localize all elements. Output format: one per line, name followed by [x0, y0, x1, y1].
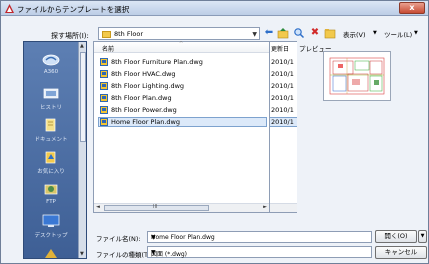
- dwg-file-icon: [100, 82, 108, 90]
- close-button[interactable]: x: [399, 2, 425, 14]
- file-name: 8th Floor Lighting.dwg: [111, 82, 185, 90]
- view-menu[interactable]: 表示(V): [343, 29, 366, 39]
- places-scroll-thumb[interactable]: [80, 52, 86, 142]
- filename-input[interactable]: Home Floor Plan.dwg ▼: [147, 231, 372, 243]
- scroll-right-icon[interactable]: ►: [263, 204, 267, 210]
- history-icon: [43, 88, 59, 99]
- file-date: 2010/1: [271, 70, 294, 78]
- file-row[interactable]: 8th Floor Furniture Plan.dwg: [98, 57, 338, 67]
- file-date: 2010/1: [271, 106, 294, 114]
- dwg-file-icon: [100, 70, 108, 78]
- place-history[interactable]: ヒストリ: [24, 86, 78, 111]
- up-folder-button[interactable]: [277, 27, 289, 39]
- tools-menu-chevron-icon: ▼: [414, 30, 418, 36]
- autocad-app-icon: [5, 4, 14, 13]
- date-column: 更新日 2010/1 2010/1 2010/1 2010/1 2010/1 2…: [270, 41, 297, 213]
- place-label: FTP: [46, 199, 56, 205]
- dwg-file-icon: [100, 94, 108, 102]
- lookin-dropdown[interactable]: 8th Floor ▼: [98, 27, 260, 40]
- file-row[interactable]: 8th Floor HVAC.dwg: [98, 69, 338, 79]
- filetype-select[interactable]: 図面 (*.dwg) ▼: [147, 246, 372, 258]
- filename-label: ファイル名(N):: [96, 235, 141, 243]
- file-name: 8th Floor Plan.dwg: [111, 94, 172, 102]
- lookin-value: 8th Floor: [114, 30, 144, 38]
- sort-ascending-icon: ^: [179, 41, 184, 47]
- chevron-down-icon[interactable]: ▼: [151, 249, 368, 256]
- places-sidebar: A360 ヒストリ ドキュメント お気に入り FTP デスクトップ ▲ ▼: [23, 41, 87, 259]
- file-name: Home Floor Plan.dwg: [111, 118, 180, 126]
- chevron-down-icon[interactable]: ▼: [151, 234, 368, 241]
- place-label: ドキュメント: [34, 137, 68, 143]
- place-favorites[interactable]: お気に入り: [24, 150, 78, 175]
- place-label: お気に入り: [37, 169, 65, 175]
- place-label: A360: [43, 69, 59, 75]
- scroll-grip: III: [153, 204, 158, 210]
- favorites-icon: [45, 151, 56, 164]
- search-icon: [294, 28, 305, 39]
- search-web-button[interactable]: [293, 27, 305, 39]
- dwg-file-icon: [100, 58, 108, 66]
- desktop-icon: [42, 214, 60, 227]
- file-list-header: ^ 名前: [94, 41, 269, 53]
- file-name: 8th Floor Furniture Plan.dwg: [111, 58, 203, 66]
- place-a360[interactable]: A360: [24, 52, 78, 75]
- up-folder-icon: [277, 28, 289, 39]
- dwg-file-icon: [100, 106, 108, 114]
- column-header-date[interactable]: 更新日: [271, 44, 289, 53]
- buzzsaw-icon: [45, 249, 57, 258]
- place-label: デスクトップ: [34, 233, 68, 239]
- view-menu-chevron-icon: ▼: [373, 30, 377, 36]
- scroll-down-icon[interactable]: ▼: [80, 251, 84, 257]
- delete-icon[interactable]: ✖: [309, 27, 321, 39]
- scroll-left-icon[interactable]: ◄: [96, 204, 100, 210]
- file-date: 2010/1: [271, 58, 294, 66]
- title-bar: ファイルからテンプレートを選択 x: [1, 1, 428, 16]
- documents-icon: [45, 118, 56, 132]
- window-title: ファイルからテンプレートを選択: [17, 5, 130, 14]
- file-date: 2010/1: [271, 118, 294, 126]
- preview-pane: [323, 51, 391, 101]
- file-row[interactable]: 8th Floor Lighting.dwg: [98, 81, 338, 91]
- chevron-down-icon: ▼: [252, 31, 257, 38]
- file-date: 2010/1: [271, 82, 294, 90]
- scroll-up-icon[interactable]: ▲: [80, 43, 84, 49]
- folder-icon: [102, 31, 111, 38]
- file-row[interactable]: 8th Floor Power.dwg: [98, 105, 338, 115]
- hscroll-track: [270, 203, 297, 212]
- dwg-file-icon: [100, 118, 108, 126]
- cancel-button[interactable]: キャンセル: [375, 246, 427, 259]
- place-desktop[interactable]: デスクトップ: [24, 214, 78, 239]
- new-folder-button[interactable]: [324, 27, 336, 39]
- file-name: 8th Floor HVAC.dwg: [111, 70, 176, 78]
- open-options-dropdown[interactable]: ▼: [418, 230, 427, 243]
- file-row-selected[interactable]: Home Floor Plan.dwg: [98, 117, 338, 127]
- hscroll-thumb[interactable]: III: [104, 204, 209, 211]
- file-name: 8th Floor Power.dwg: [111, 106, 177, 114]
- place-label: ヒストリ: [39, 105, 62, 111]
- ftp-icon: [44, 184, 58, 195]
- file-list-hscrollbar[interactable]: ◄ III ►: [94, 203, 269, 212]
- cloud-icon: [42, 54, 60, 66]
- place-buzzsaw[interactable]: [24, 246, 78, 263]
- filetype-label: ファイルの種類(T):: [96, 251, 153, 259]
- file-date: 2010/1: [271, 94, 294, 102]
- lookin-label: 探す場所(I):: [51, 32, 89, 40]
- tools-menu[interactable]: ツール(L): [384, 29, 412, 39]
- places-scrollbar[interactable]: ▲ ▼: [78, 42, 86, 258]
- file-row[interactable]: 8th Floor Plan.dwg: [98, 93, 338, 103]
- back-arrow-icon[interactable]: ⬅: [263, 27, 275, 39]
- place-documents[interactable]: ドキュメント: [24, 118, 78, 143]
- file-list: ^ 名前 8th Floor Furniture Plan.dwg 8th Fl…: [93, 41, 270, 213]
- column-header-name[interactable]: 名前: [102, 44, 114, 53]
- floor-plan-thumbnail: [329, 57, 385, 95]
- new-folder-icon: [324, 29, 336, 39]
- place-ftp[interactable]: FTP: [24, 182, 78, 205]
- open-button[interactable]: 開く(O): [375, 230, 417, 243]
- file-dialog-window: ファイルからテンプレートを選択 x 探す場所(I): 8th Floor ▼ ⬅…: [0, 0, 429, 264]
